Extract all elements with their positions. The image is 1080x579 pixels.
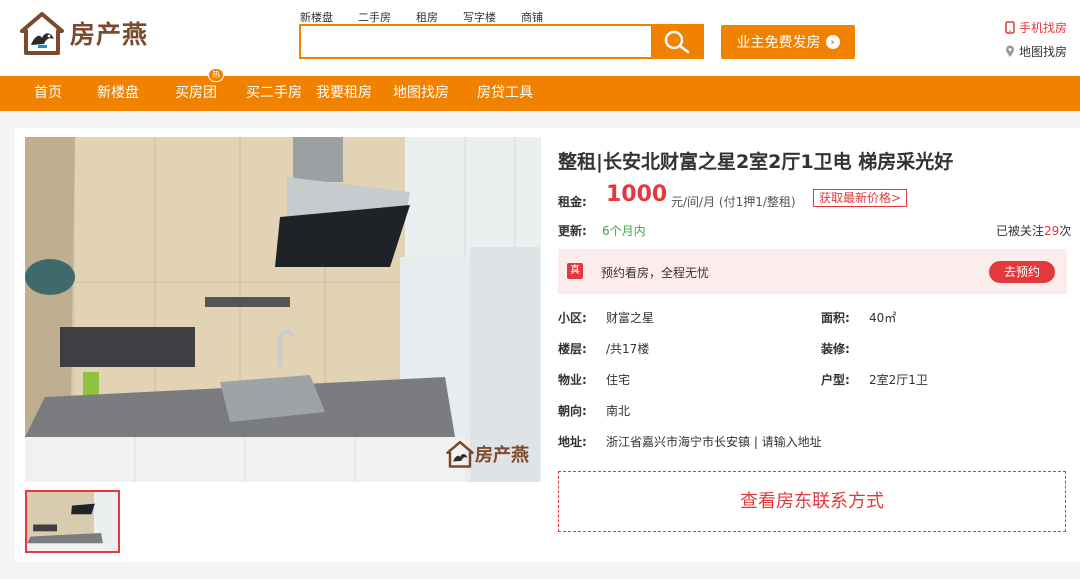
property-value: 住宅 — [606, 373, 631, 387]
community-value[interactable]: 财富之星 — [606, 309, 654, 326]
search-button[interactable] — [651, 26, 702, 57]
decoration-label: 装修: — [821, 342, 850, 356]
floor-label: 楼层: — [558, 342, 587, 356]
follow-prefix: 已被关注 — [996, 224, 1045, 238]
booking-text: 预约看房，全程无忧 — [601, 266, 710, 280]
verified-icon: 真 — [567, 263, 583, 279]
publish-listing-label: 业主免费发房 — [736, 35, 821, 51]
listing-title: 整租|长安北财富之星2室2厅1卫电 梯房采光好 — [558, 151, 954, 173]
rent-label: 租金: — [558, 195, 587, 209]
search-box — [299, 24, 704, 59]
logo-house-icon — [20, 12, 64, 55]
search-icon — [664, 30, 689, 53]
update-value: 6个月内 — [602, 224, 646, 238]
watermark-text: 房产燕 — [475, 445, 529, 466]
map-pin-icon — [1006, 45, 1014, 57]
address-label: 地址: — [558, 435, 587, 449]
get-latest-price-button[interactable]: 获取最新价格> — [813, 189, 908, 207]
search-tab-new[interactable]: 新楼盘 — [300, 9, 333, 25]
search-tab-office[interactable]: 写字楼 — [463, 9, 496, 25]
follow-number: 29 — [1044, 224, 1060, 238]
watermark-house-icon — [446, 440, 474, 468]
nav-group-buy[interactable]: 买房团 — [175, 76, 217, 111]
area-label: 面积: — [821, 311, 850, 325]
property-label: 物业: — [558, 373, 587, 387]
update-label: 更新: — [558, 224, 587, 238]
map-search-label: 地图找房 — [1019, 45, 1068, 59]
follow-count: 已被关注29次 — [996, 222, 1071, 239]
nav-mortgage-tools[interactable]: 房贷工具 — [477, 76, 533, 111]
watermark: 房产燕 — [445, 439, 529, 469]
chevron-right-icon: › — [825, 35, 840, 49]
nav-map-search[interactable]: 地图找房 — [393, 76, 449, 111]
layout-label: 户型: — [821, 373, 850, 387]
book-viewing-button[interactable]: 去预约 — [989, 261, 1055, 283]
nav-buy-secondhand[interactable]: 买二手房 — [246, 76, 302, 111]
community-label: 小区: — [558, 311, 587, 325]
layout-value: 2室2厅1卫 — [869, 373, 928, 387]
orientation-label: 朝向: — [558, 404, 587, 418]
main-photo[interactable]: 房产燕 — [25, 137, 541, 482]
nav-new-homes[interactable]: 新楼盘 — [97, 76, 139, 111]
floor-value: /共17楼 — [606, 342, 650, 356]
thumbnail-image — [27, 492, 118, 551]
mobile-search-label: 手机找房 — [1019, 21, 1068, 35]
main-nav: 首页 新楼盘 买房团 买二手房 我要租房 地图找房 房贷工具 — [0, 76, 1080, 111]
booking-banner: 真 预约看房，全程无忧 去预约 — [558, 249, 1067, 294]
nav-rent[interactable]: 我要租房 — [316, 76, 372, 111]
hot-badge: 热 — [208, 68, 224, 82]
search-input[interactable] — [301, 26, 651, 57]
map-search-link[interactable]: 地图找房 — [1005, 43, 1067, 60]
photo-thumbnail[interactable] — [25, 490, 120, 553]
logo[interactable]: 房产燕 — [18, 9, 148, 57]
nav-home[interactable]: 首页 — [34, 76, 62, 111]
price-unit: 元/间/月 (付1押1/整租) — [671, 195, 796, 209]
search-tabs: 新楼盘 二手房 租房 写字楼 商铺 — [300, 9, 568, 25]
view-landlord-contact-button[interactable]: 查看房东联系方式 — [558, 471, 1066, 532]
area-value: 40㎡ — [869, 311, 897, 325]
publish-listing-button[interactable]: 业主免费发房 › — [721, 25, 855, 59]
follow-suffix: 次 — [1059, 224, 1072, 238]
orientation-value: 南北 — [606, 404, 631, 418]
address-value: 浙江省嘉兴市海宁市长安镇 | 请输入地址 — [606, 435, 822, 449]
price-value: 1000 — [606, 182, 668, 207]
mobile-search-link[interactable]: 手机找房 — [1005, 19, 1067, 36]
search-tab-secondhand[interactable]: 二手房 — [358, 9, 391, 25]
search-tab-shop[interactable]: 商铺 — [521, 9, 543, 25]
search-tab-rent[interactable]: 租房 — [416, 9, 438, 25]
kitchen-photo — [25, 137, 541, 482]
header: 房产燕 新楼盘 二手房 租房 写字楼 商铺 业主免费发房 › 手机找房 地图找房 — [0, 0, 1080, 76]
brand-name: 房产燕 — [70, 20, 149, 49]
phone-icon — [1005, 21, 1015, 34]
